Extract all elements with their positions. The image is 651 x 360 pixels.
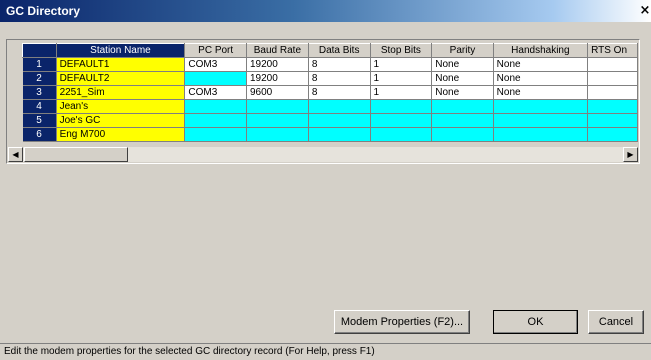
parity-cell[interactable] [431,99,494,114]
horizontal-scrollbar[interactable]: ◀ ▶ [8,147,638,162]
column-header-handshaking[interactable]: Handshaking [492,43,589,58]
pc-port-cell[interactable] [184,127,247,142]
rts-on-cell[interactable] [587,99,638,114]
station-name-cell[interactable]: Jean's [56,99,186,114]
grid-viewport: Station Name PC Port Baud Rate Data Bits… [8,41,638,162]
baud-rate-cell[interactable] [246,113,309,128]
handshaking-cell[interactable]: None [493,71,589,86]
column-header-baud-rate[interactable]: Baud Rate [245,43,309,58]
row-number[interactable]: 1 [22,57,57,72]
baud-rate-cell[interactable] [246,99,309,114]
data-bits-cell[interactable] [308,113,371,128]
parity-cell[interactable]: None [431,85,494,100]
column-header-pc-port[interactable]: PC Port [184,43,247,58]
stop-bits-cell[interactable] [370,113,433,128]
directory-table: Station Name PC Port Baud Rate Data Bits… [22,43,638,142]
window-title: GC Directory [6,4,81,18]
scroll-left-icon[interactable]: ◀ [8,147,23,162]
table-row[interactable]: 3 2251_Sim COM3 9600 8 1 None None [22,85,638,100]
cancel-button[interactable]: Cancel [588,310,644,334]
ok-button[interactable]: OK [493,310,578,334]
handshaking-cell[interactable] [493,99,589,114]
row-number[interactable]: 4 [22,99,57,114]
modem-properties-button[interactable]: Modem Properties (F2)... [334,310,470,334]
parity-cell[interactable]: None [431,57,494,72]
stop-bits-cell[interactable]: 1 [370,57,433,72]
directory-grid: Station Name PC Port Baud Rate Data Bits… [6,39,640,164]
stop-bits-cell[interactable]: 1 [370,71,433,86]
data-bits-cell[interactable] [308,127,371,142]
row-number[interactable]: 5 [22,113,57,128]
column-header-rts-on[interactable]: RTS On [587,43,638,58]
data-bits-cell[interactable]: 8 [308,57,371,72]
pc-port-cell[interactable]: COM3 [184,85,247,100]
handshaking-cell[interactable]: None [493,57,589,72]
gc-directory-window: GC Directory × Station Name PC Port Baud… [0,0,651,360]
handshaking-cell[interactable] [493,127,589,142]
table-row[interactable]: 5 Joe's GC [22,113,638,128]
table-row[interactable]: 1 DEFAULT1 COM3 19200 8 1 None None [22,57,638,72]
station-name-cell[interactable]: 2251_Sim [56,85,186,100]
close-icon[interactable]: × [639,4,651,18]
table-row[interactable]: 4 Jean's [22,99,638,114]
parity-cell[interactable] [431,127,494,142]
baud-rate-cell[interactable]: 19200 [246,71,309,86]
status-bar: Edit the modem properties for the select… [0,343,651,360]
rts-on-cell[interactable] [587,71,638,86]
parity-cell[interactable] [431,113,494,128]
stop-bits-cell[interactable] [370,99,433,114]
rts-on-cell[interactable] [587,85,638,100]
pc-port-cell[interactable]: COM3 [184,57,247,72]
baud-rate-cell[interactable]: 9600 [246,85,309,100]
column-header-parity[interactable]: Parity [431,43,494,58]
pc-port-cell[interactable] [184,113,247,128]
row-number[interactable]: 6 [22,127,57,142]
stop-bits-cell[interactable] [370,127,433,142]
data-bits-cell[interactable] [308,99,371,114]
station-name-cell[interactable]: DEFAULT1 [56,57,186,72]
rts-on-cell[interactable] [587,57,638,72]
handshaking-cell[interactable]: None [493,85,589,100]
pc-port-cell[interactable] [184,71,247,86]
row-number[interactable]: 3 [22,85,57,100]
station-name-cell[interactable]: Joe's GC [56,113,186,128]
scroll-right-icon[interactable]: ▶ [623,147,638,162]
station-name-cell[interactable]: DEFAULT2 [56,71,186,86]
pc-port-cell[interactable] [184,99,247,114]
stop-bits-cell[interactable]: 1 [370,85,433,100]
baud-rate-cell[interactable] [246,127,309,142]
parity-cell[interactable]: None [431,71,494,86]
corner-header[interactable] [22,43,57,58]
scrollbar-thumb[interactable] [24,147,128,162]
data-bits-cell[interactable]: 8 [308,71,371,86]
column-header-station-name[interactable]: Station Name [55,43,186,58]
rts-on-cell[interactable] [587,127,638,142]
baud-rate-cell[interactable]: 19200 [246,57,309,72]
column-header-data-bits[interactable]: Data Bits [307,43,371,58]
title-bar[interactable]: GC Directory × [0,0,651,22]
data-bits-cell[interactable]: 8 [308,85,371,100]
handshaking-cell[interactable] [493,113,589,128]
table-row[interactable]: 6 Eng M700 [22,127,638,142]
station-name-cell[interactable]: Eng M700 [56,127,186,142]
header-row: Station Name PC Port Baud Rate Data Bits… [22,43,638,58]
table-row[interactable]: 2 DEFAULT2 19200 8 1 None None [22,71,638,86]
row-number[interactable]: 2 [22,71,57,86]
rts-on-cell[interactable] [587,113,638,128]
column-header-stop-bits[interactable]: Stop Bits [369,43,433,58]
